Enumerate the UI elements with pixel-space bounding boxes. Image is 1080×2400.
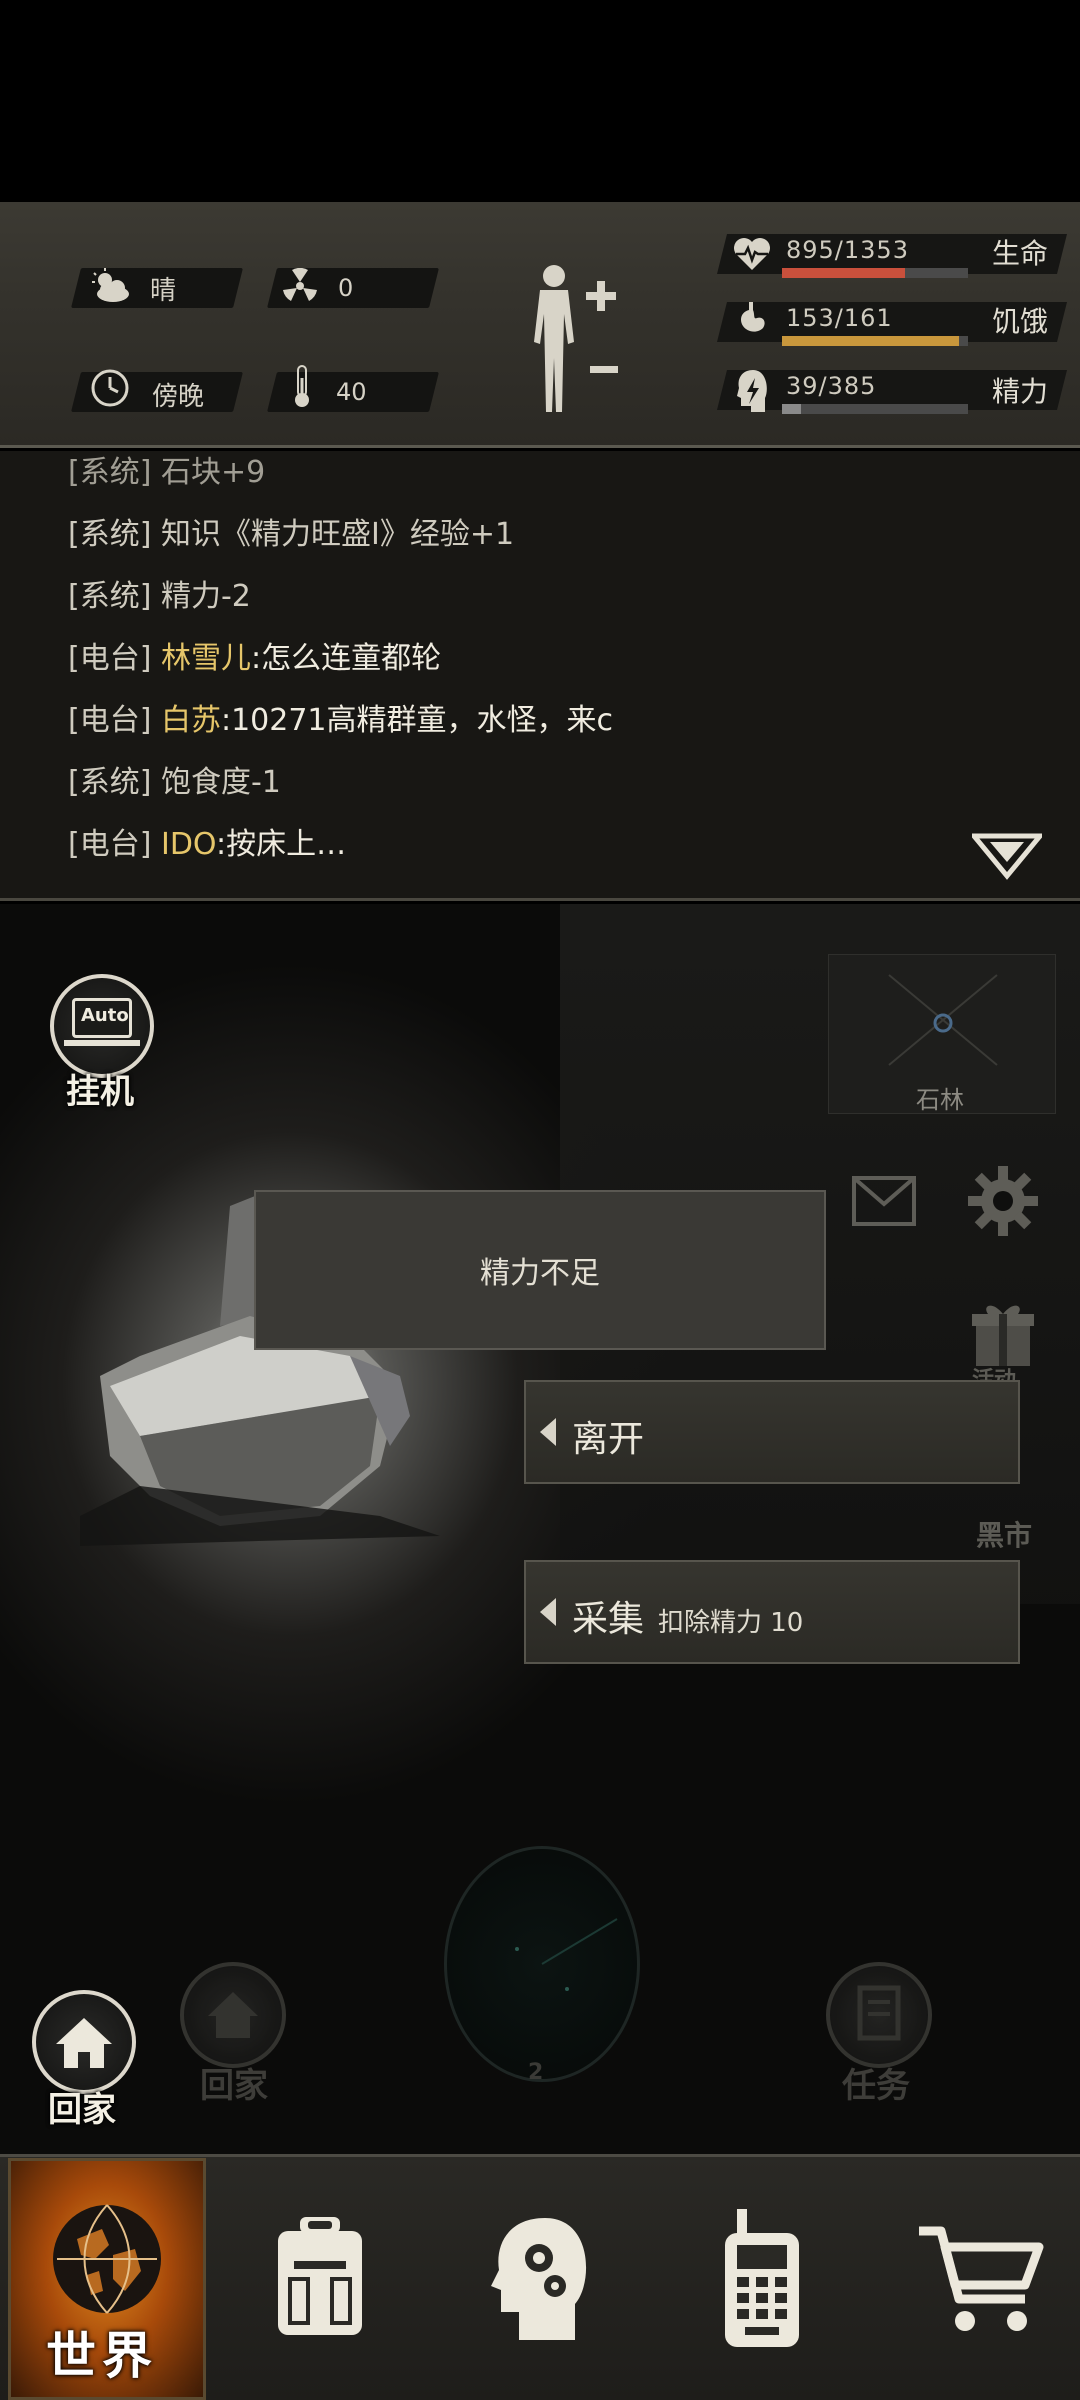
leave-button[interactable]: 离开: [524, 1380, 1020, 1484]
temperature-value: 40: [336, 378, 367, 406]
collapse-chat-button[interactable]: [968, 832, 1046, 880]
hunger-bar: [782, 336, 968, 346]
hunger-bar-fill: [782, 336, 959, 346]
gear-icon[interactable]: [966, 1164, 1040, 1242]
nav-skills-tab[interactable]: [484, 2158, 604, 2400]
energy-value: 39/385: [786, 372, 877, 400]
insufficient-energy-message: 精力不足: [254, 1190, 826, 1350]
home-label: 回家: [48, 2090, 116, 2130]
message-text: 精力不足: [480, 1256, 600, 1291]
leave-label: 离开: [572, 1419, 645, 1460]
chat-line: [系统] 饱食度-1: [68, 765, 281, 800]
chat-line: [电台] 白苏:10271高精群童，水怪，来c: [68, 703, 614, 738]
health-label: 生命: [992, 237, 1049, 270]
black-market-label[interactable]: 黑市: [976, 1514, 1032, 1554]
heart-pulse-icon: [730, 230, 774, 278]
task-label: 任务: [842, 2066, 910, 2106]
auto-idle-button[interactable]: Auto 挂机: [50, 974, 154, 1114]
gather-cost-note: 扣除精力 10: [658, 1608, 804, 1638]
house-icon: [56, 2018, 112, 2068]
home-faded-label: 回家: [200, 2066, 268, 2106]
health-value: 895/1353: [786, 236, 909, 264]
walkie-talkie-icon: [725, 2209, 799, 2347]
auto-idle-label: 挂机: [66, 1072, 134, 1112]
arrow-left-icon: [540, 1418, 556, 1446]
backpack-icon: [278, 2217, 362, 2335]
shopping-cart-icon: [919, 2226, 1044, 2331]
stomach-icon: [730, 296, 774, 344]
weather-value: 晴: [150, 276, 177, 306]
chat-line: [电台] 林雪儿:怎么连童都轮: [68, 641, 442, 676]
energy-bar-fill: [782, 404, 801, 414]
energy-label: 精力: [992, 375, 1049, 408]
time-value: 傍晚: [152, 382, 205, 412]
laptop-icon: Auto: [72, 998, 132, 1038]
nav-radio-tab[interactable]: [712, 2158, 812, 2400]
thermometer-icon: [280, 364, 324, 408]
health-bar: [782, 268, 968, 278]
radiation-value: 0: [338, 274, 354, 302]
laptop-base: [64, 1040, 140, 1046]
mail-icon[interactable]: [852, 1176, 916, 1230]
health-bar-fill: [782, 268, 905, 278]
brain-gears-icon: [491, 2218, 587, 2340]
gather-button[interactable]: 采集 扣除精力 10: [524, 1560, 1020, 1664]
chat-line: [系统] 精力-2: [68, 579, 251, 614]
chat-log[interactable]: [系统] 石块+9 [系统] 知识《精力旺盛Ⅰ》经验+1 [系统] 精力-2 […: [0, 451, 1080, 901]
task-button[interactable]: [826, 1962, 932, 2068]
nav-backpack-tab[interactable]: [260, 2158, 380, 2400]
nav-world-label: 世界: [46, 2327, 158, 2385]
radiation-icon: [278, 264, 322, 308]
cloud-sun-icon: [88, 264, 132, 308]
energy-bar: [782, 404, 968, 414]
chat-line: [系统] 石块+9: [68, 455, 266, 490]
home-faded-button: [180, 1962, 286, 2068]
radar-count: 2: [528, 2060, 544, 2085]
radar-scanner[interactable]: [444, 1846, 640, 2082]
map-location-label: 石林: [916, 1086, 964, 1114]
hunger-value: 153/161: [786, 304, 893, 332]
gather-label: 采集: [572, 1599, 645, 1640]
hunger-label: 饥饿: [992, 305, 1049, 338]
body-status-button[interactable]: [520, 262, 624, 422]
clock-icon: [88, 366, 132, 410]
head-lightning-icon: [730, 366, 774, 414]
globe-icon: [53, 2204, 161, 2314]
home-button[interactable]: [32, 1990, 136, 2094]
nav-shop-tab[interactable]: [910, 2158, 1050, 2400]
chat-line: [电台] IDO:按床上…: [68, 827, 347, 862]
arrow-left-icon: [540, 1598, 556, 1626]
chat-line: [系统] 知识《精力旺盛Ⅰ》经验+1: [68, 517, 515, 552]
